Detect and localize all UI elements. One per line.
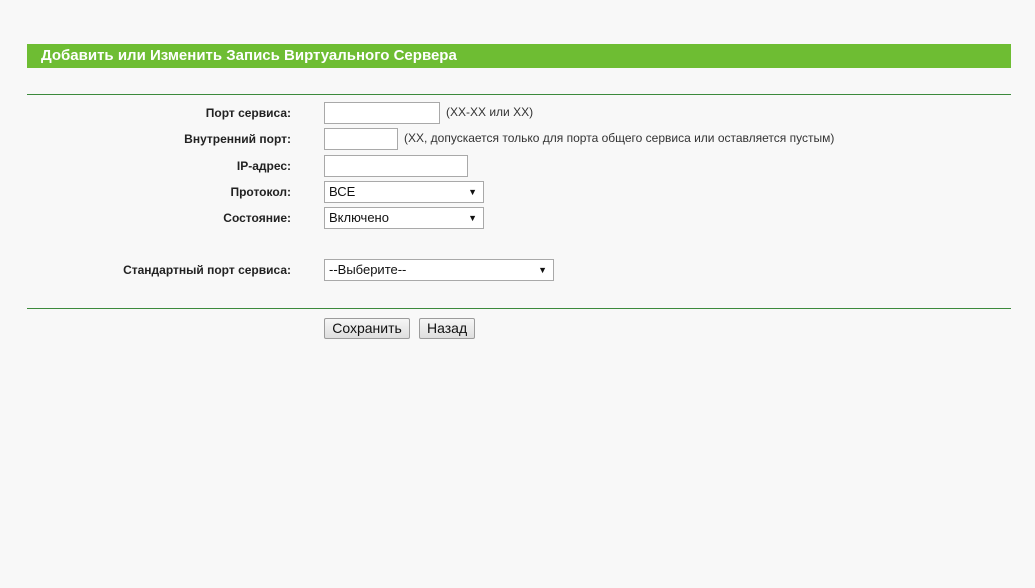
status-selected-value: Включено <box>329 210 389 225</box>
status-select[interactable]: Включено ▼ <box>324 207 484 229</box>
internal-port-label: Внутренний порт: <box>184 132 291 146</box>
status-label: Состояние: <box>223 211 291 225</box>
ip-address-row: IP-адрес: <box>0 155 1035 177</box>
common-service-port-row: Стандартный порт сервиса: --Выберите-- ▼ <box>0 259 1035 281</box>
bottom-divider <box>27 308 1011 309</box>
dropdown-arrow-icon: ▼ <box>468 187 477 197</box>
service-port-label: Порт сервиса: <box>205 106 291 120</box>
service-port-input[interactable] <box>324 102 440 124</box>
save-button[interactable]: Сохранить <box>324 318 410 339</box>
dropdown-arrow-icon: ▼ <box>538 265 547 275</box>
page-title: Добавить или Изменить Запись Виртуальног… <box>27 44 1011 68</box>
common-service-port-select[interactable]: --Выберите-- ▼ <box>324 259 554 281</box>
internal-port-hint: (XX, допускается только для порта общего… <box>404 131 835 145</box>
back-button[interactable]: Назад <box>419 318 475 339</box>
virtual-server-page: Добавить или Изменить Запись Виртуальног… <box>0 0 1035 588</box>
top-divider <box>27 94 1011 95</box>
common-service-port-selected-value: --Выберите-- <box>329 262 407 277</box>
protocol-row: Протокол: ВСЕ ▼ <box>0 181 1035 203</box>
dropdown-arrow-icon: ▼ <box>468 213 477 223</box>
protocol-select[interactable]: ВСЕ ▼ <box>324 181 484 203</box>
protocol-selected-value: ВСЕ <box>329 184 356 199</box>
ip-address-label: IP-адрес: <box>236 159 291 173</box>
internal-port-row: Внутренний порт: (XX, допускается только… <box>0 128 1035 150</box>
status-row: Состояние: Включено ▼ <box>0 207 1035 229</box>
service-port-row: Порт сервиса: (XX-XX или XX) <box>0 102 1035 124</box>
protocol-label: Протокол: <box>230 185 291 199</box>
common-service-port-label: Стандартный порт сервиса: <box>123 263 291 277</box>
ip-address-input[interactable] <box>324 155 468 177</box>
internal-port-input[interactable] <box>324 128 398 150</box>
service-port-hint: (XX-XX или XX) <box>446 105 534 119</box>
